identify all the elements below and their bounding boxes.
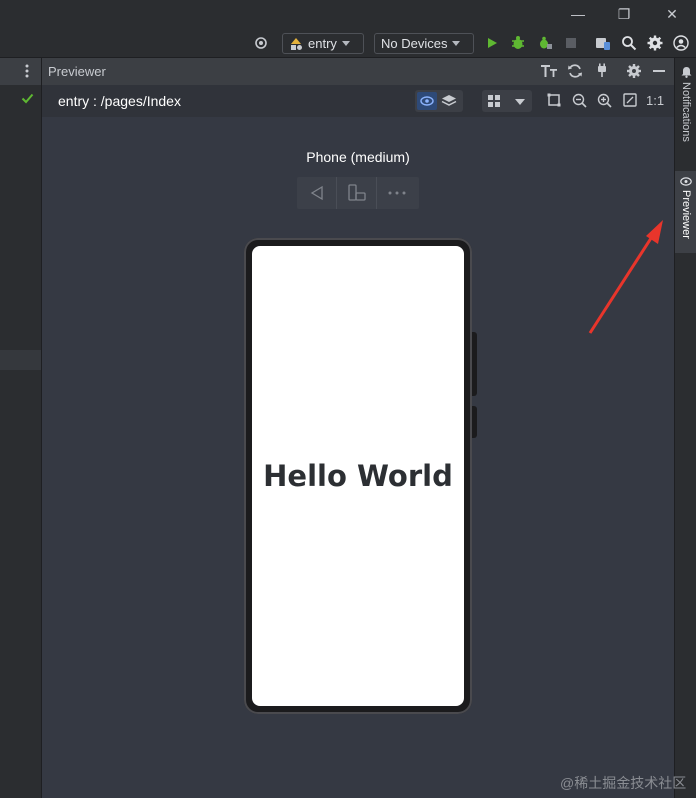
back-button[interactable] xyxy=(297,177,337,209)
actual-size-button[interactable]: 1:1 xyxy=(646,93,664,108)
chevron-down-icon xyxy=(452,41,461,46)
zoom-in-icon[interactable] xyxy=(597,93,612,113)
refresh-icon[interactable] xyxy=(567,63,583,84)
selected-row[interactable] xyxy=(0,350,41,370)
right-tool-strip: Notifications Previewer xyxy=(674,58,696,798)
tab-notifications-label: Notifications xyxy=(680,82,692,142)
account-icon[interactable] xyxy=(672,34,690,52)
back-triangle-icon xyxy=(310,185,323,201)
rotate-device-icon xyxy=(347,184,366,201)
restore-button[interactable]: ❐ xyxy=(613,4,635,24)
search-icon[interactable] xyxy=(620,34,638,52)
device-label: No Devices xyxy=(381,36,448,51)
rotate-button[interactable] xyxy=(337,177,377,209)
phone-side-button xyxy=(472,332,477,396)
debug-icon[interactable] xyxy=(509,34,527,52)
eye-icon xyxy=(680,177,692,186)
crop-icon[interactable] xyxy=(547,93,561,112)
left-panel-header xyxy=(0,58,41,85)
close-button[interactable]: ✕ xyxy=(661,4,683,24)
chevron-down-icon xyxy=(341,41,350,46)
device-name: Phone (medium) xyxy=(306,149,410,165)
preview-canvas: Phone (medium) Hello World xyxy=(42,117,674,798)
inspector-toggle-group xyxy=(415,90,463,112)
fit-screen-icon[interactable] xyxy=(623,93,637,112)
more-horizontal-icon xyxy=(388,191,406,195)
device-dropdown[interactable]: No Devices xyxy=(374,33,474,54)
minimize-button[interactable]: — xyxy=(567,4,589,24)
phone-frame: Hello World xyxy=(244,238,477,714)
grid-icon xyxy=(488,95,500,107)
tab-previewer-label: Previewer xyxy=(680,190,692,239)
left-tool-window xyxy=(0,58,42,798)
multi-device-dropdown[interactable] xyxy=(482,90,532,112)
stop-icon[interactable] xyxy=(562,34,580,52)
tab-notifications[interactable]: Notifications xyxy=(675,66,696,166)
hello-world-text: Hello World xyxy=(263,459,453,493)
more-options-icon[interactable] xyxy=(25,64,29,78)
previewer-header: Previewer xyxy=(42,58,674,85)
gear-icon[interactable] xyxy=(626,63,642,84)
phone-side-button xyxy=(472,406,477,438)
previewer-subtoolbar: entry : /pages/Index 1:1 xyxy=(42,85,674,117)
font-size-icon[interactable] xyxy=(540,63,558,84)
run-config-dropdown[interactable]: entry xyxy=(282,33,364,54)
tab-previewer[interactable]: Previewer xyxy=(675,171,696,253)
locate-icon[interactable] xyxy=(252,34,270,52)
attach-debugger-icon[interactable] xyxy=(536,34,554,52)
inspector-icon[interactable] xyxy=(417,92,437,110)
device-controls xyxy=(297,177,419,209)
layers-icon[interactable] xyxy=(441,93,457,114)
run-config-label: entry xyxy=(308,36,337,51)
device-manager-icon[interactable] xyxy=(594,34,612,52)
zoom-out-icon[interactable] xyxy=(572,93,587,113)
gear-icon[interactable] xyxy=(646,34,664,52)
main-toolbar: entry No Devices xyxy=(0,29,696,58)
title-bar: — ❐ ✕ xyxy=(0,0,696,29)
previewer-title: Previewer xyxy=(48,64,106,79)
chevron-down-icon xyxy=(515,99,525,105)
phone-screen[interactable]: Hello World xyxy=(252,246,464,706)
minimize-panel-icon[interactable] xyxy=(653,70,665,72)
module-icon xyxy=(291,37,302,50)
watermark: @稀土掘金技术社区 xyxy=(560,775,687,791)
more-button[interactable] xyxy=(377,177,417,209)
check-icon xyxy=(21,91,34,109)
bell-icon xyxy=(681,67,691,78)
run-icon[interactable] xyxy=(483,34,501,52)
plugin-icon[interactable] xyxy=(594,63,610,84)
page-path: entry : /pages/Index xyxy=(58,93,181,109)
